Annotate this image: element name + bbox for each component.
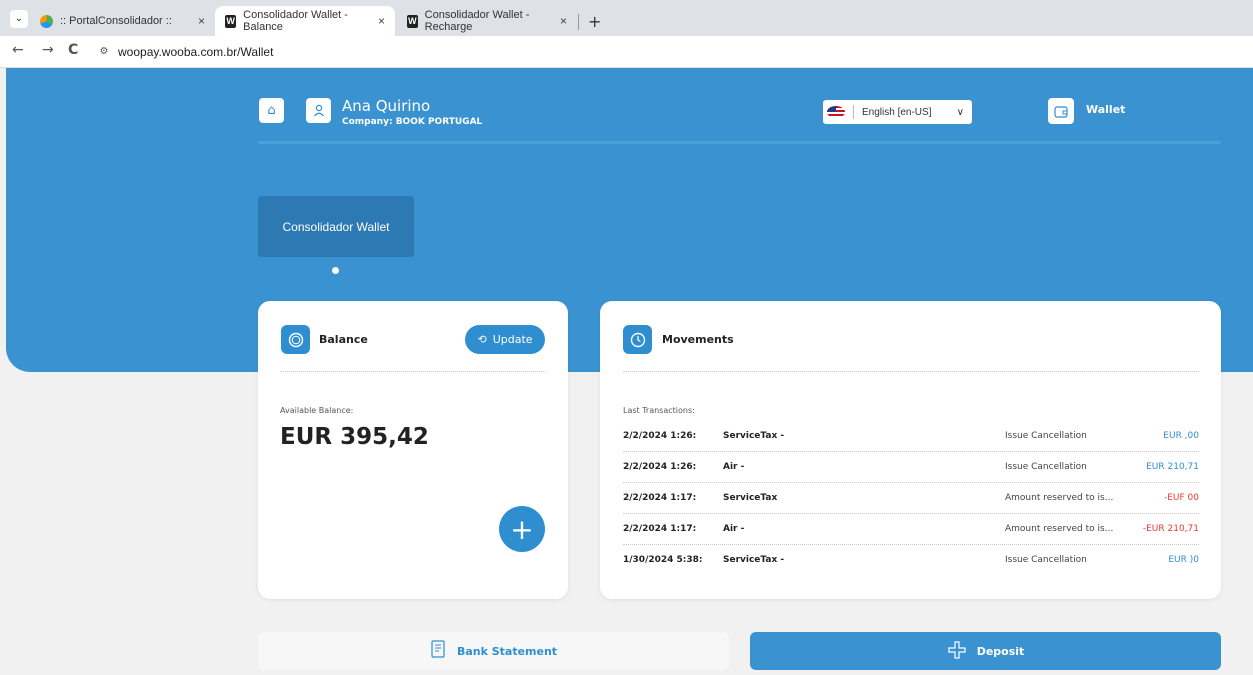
language-select[interactable]: English [en-US] ∨ [823, 100, 972, 124]
tab-label: Consolidador Wallet - Recharge [424, 9, 530, 33]
tab-separator [578, 14, 579, 30]
language-value: English [en-US] [862, 106, 932, 118]
transaction-row[interactable]: 1/30/2024 5:38: ServiceTax - Issue Cance… [623, 546, 1199, 576]
browser-tab-bar: ⌄ :: PortalConsolidador :: × W Consolida… [0, 0, 1253, 36]
transaction-status: Amount reserved to is... [1005, 493, 1114, 503]
transaction-row[interactable]: 2/2/2024 1:26: Air - Issue Cancellation … [623, 453, 1199, 483]
transaction-date: 2/2/2024 1:17: [623, 493, 697, 503]
us-flag-icon [827, 106, 845, 118]
refresh-icon: ⟲ [477, 333, 487, 346]
transaction-value: EUR 210,71 [1146, 462, 1199, 472]
transaction-description: ServiceTax - [723, 555, 785, 565]
deposit-label: Deposit [976, 644, 1025, 658]
transaction-row[interactable]: 2/2/2024 1:17: ServiceTax Amount reserve… [623, 484, 1199, 514]
address-bar: ← → C ⚙ woopay.wooba.com.br/Wallet [0, 36, 1253, 68]
available-balance-label: Available Balance: [280, 406, 354, 415]
deposit-button[interactable]: Deposit [750, 632, 1221, 670]
divider [623, 371, 1199, 372]
last-transactions-label: Last Transactions: [623, 406, 695, 415]
chevron-down-icon: ∨ [956, 106, 964, 118]
update-button[interactable]: ⟲ Update [465, 325, 545, 354]
company-name: Company: BOOK PORTUGAL [342, 117, 483, 127]
bank-statement-label: Bank Statement [456, 644, 558, 658]
transaction-status: Issue Cancellation [1005, 462, 1087, 472]
user-icon[interactable] [306, 98, 331, 123]
movements-title: Movements [662, 333, 734, 346]
wallet-nav-link[interactable]: Wallet [1086, 103, 1125, 116]
new-tab-button[interactable]: + [588, 12, 601, 31]
transaction-status: Amount reserved to is... [1005, 524, 1114, 534]
tab-label: :: PortalConsolidador :: [60, 15, 172, 27]
header-divider [258, 141, 1221, 144]
transaction-value: -EUR 210,71 [1142, 524, 1199, 534]
close-tab-icon[interactable]: × [370, 14, 385, 28]
transaction-status: Issue Cancellation [1005, 555, 1087, 565]
portal-favicon-icon [40, 14, 53, 28]
tab-portal-consolidador[interactable]: :: PortalConsolidador :: × [30, 6, 215, 36]
plus-outline-icon [947, 640, 967, 663]
divider [853, 105, 854, 119]
wooba-favicon-icon: W [225, 14, 237, 28]
url-field[interactable]: woopay.wooba.com.br/Wallet [118, 45, 273, 59]
back-icon[interactable]: ← [12, 42, 24, 58]
transaction-description: ServiceTax - [723, 431, 785, 441]
carousel-dot[interactable] [332, 267, 339, 274]
transaction-row[interactable]: 2/2/2024 1:26: ServiceTax - Issue Cancel… [623, 422, 1199, 452]
update-label: Update [492, 333, 533, 346]
transaction-row[interactable]: 2/2/2024 1:17: Air - Amount reserved to … [623, 515, 1199, 545]
transaction-description: Air - [723, 524, 745, 534]
transaction-value: EUR ,00 [1163, 431, 1199, 441]
transaction-value: -EUF 00 [1163, 493, 1199, 503]
tab-wallet-recharge[interactable]: W Consolidador Wallet - Recharge × [397, 6, 577, 36]
add-funds-button[interactable]: + [499, 506, 545, 552]
forward-icon[interactable]: → [42, 42, 54, 58]
coin-icon [281, 325, 310, 354]
wooba-favicon-icon: W [407, 14, 418, 28]
clock-icon [623, 325, 652, 354]
statement-icon [430, 640, 447, 662]
bank-statement-button[interactable]: Bank Statement [258, 632, 729, 670]
close-tab-icon[interactable]: × [552, 14, 567, 28]
balance-card: Balance ⟲ Update Available Balance: EUR … [258, 301, 568, 599]
wallet-card-consolidador[interactable]: Consolidador Wallet [258, 196, 414, 257]
reload-icon[interactable]: C [68, 42, 78, 58]
transaction-date: 2/2/2024 1:17: [623, 524, 697, 534]
transaction-status: Issue Cancellation [1005, 431, 1087, 441]
transaction-description: ServiceTax [723, 493, 778, 503]
divider [280, 371, 546, 372]
close-tab-icon[interactable]: × [190, 14, 205, 28]
site-settings-icon[interactable]: ⚙ [97, 45, 111, 59]
tab-label: Consolidador Wallet - Balance [243, 9, 348, 33]
tab-search-button[interactable]: ⌄ [10, 10, 28, 28]
movements-card: Movements Last Transactions: 2/2/2024 1:… [600, 301, 1221, 599]
user-name: Ana Quirino [342, 97, 431, 115]
home-icon[interactable]: ⌂ [259, 98, 284, 123]
tab-wallet-balance[interactable]: W Consolidador Wallet - Balance × [215, 6, 395, 36]
transaction-description: Air - [723, 462, 745, 472]
transaction-date: 2/2/2024 1:26: [623, 431, 697, 441]
balance-title: Balance [319, 333, 368, 346]
balance-amount: EUR 395,42 [280, 424, 429, 450]
transaction-date: 2/2/2024 1:26: [623, 462, 697, 472]
transaction-date: 1/30/2024 5:38: [623, 555, 703, 565]
page-content: ⌂ Ana Quirino Company: BOOK PORTUGAL Eng… [0, 68, 1253, 675]
transaction-value: EUR )0 [1168, 555, 1199, 565]
wallet-icon[interactable] [1048, 98, 1074, 124]
